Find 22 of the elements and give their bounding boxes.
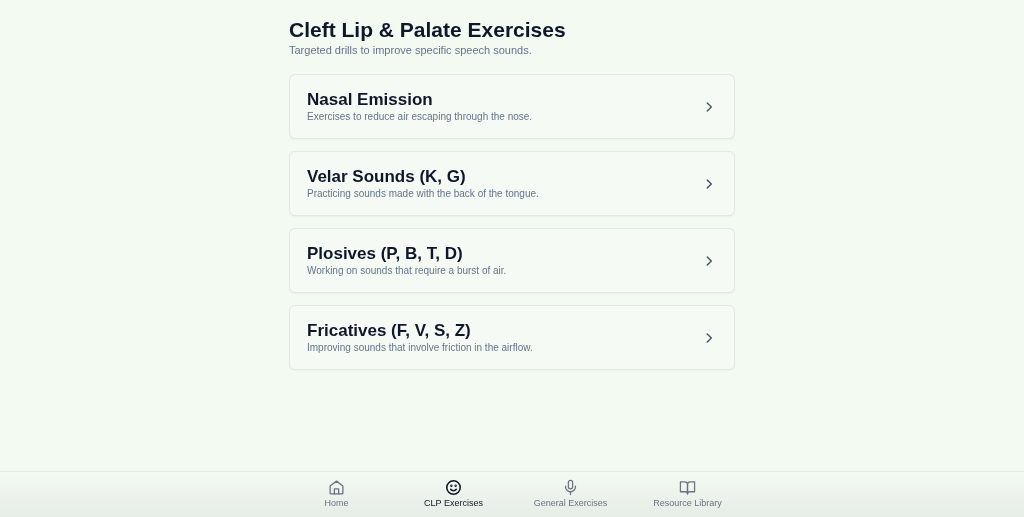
card-title: Plosives (P, B, T, D): [307, 243, 464, 264]
card-title: Nasal Emission: [307, 89, 434, 110]
exercise-card[interactable]: Plosives (P, B, T, D) Working on sounds that require a burst of air.: [289, 228, 735, 293]
card-description: Working on sounds that require a burst of air.: [307, 263, 508, 278]
book-icon: [679, 479, 696, 496]
card-title: Fricatives (F, V, S, Z): [307, 320, 472, 341]
exercise-card[interactable]: Velar Sounds (K, G) Practicing sounds made with the back of the tongue.: [289, 151, 735, 216]
smiley-icon: [445, 479, 462, 496]
nav-tab[interactable]: General Exercises: [512, 479, 629, 508]
nav-tab[interactable]: Resource Library: [629, 479, 746, 508]
page-subtitle: Targeted drills to improve specific speech sounds.: [289, 44, 533, 56]
nav-tab[interactable]: Home: [278, 479, 395, 508]
card-title: Velar Sounds (K, G): [307, 166, 467, 187]
card-description: Practicing sounds made with the back of the tongue.: [307, 186, 540, 201]
card-description: Improving sounds that involve friction in the airflow.: [307, 340, 534, 355]
exercise-card[interactable]: Nasal Emission Exercises to reduce air escaping through the nose.: [289, 74, 735, 139]
nav-tab[interactable]: CLP Exercises: [395, 479, 512, 508]
card-description: Exercises to reduce air escaping through the nose.: [307, 109, 534, 124]
microphone-icon: [562, 479, 579, 496]
exercise-card[interactable]: Fricatives (F, V, S, Z) Improving sounds that involve friction in the airflow.: [289, 305, 735, 370]
house-icon: [328, 479, 345, 496]
page-title: Cleft Lip & Palate Exercises: [289, 17, 567, 43]
